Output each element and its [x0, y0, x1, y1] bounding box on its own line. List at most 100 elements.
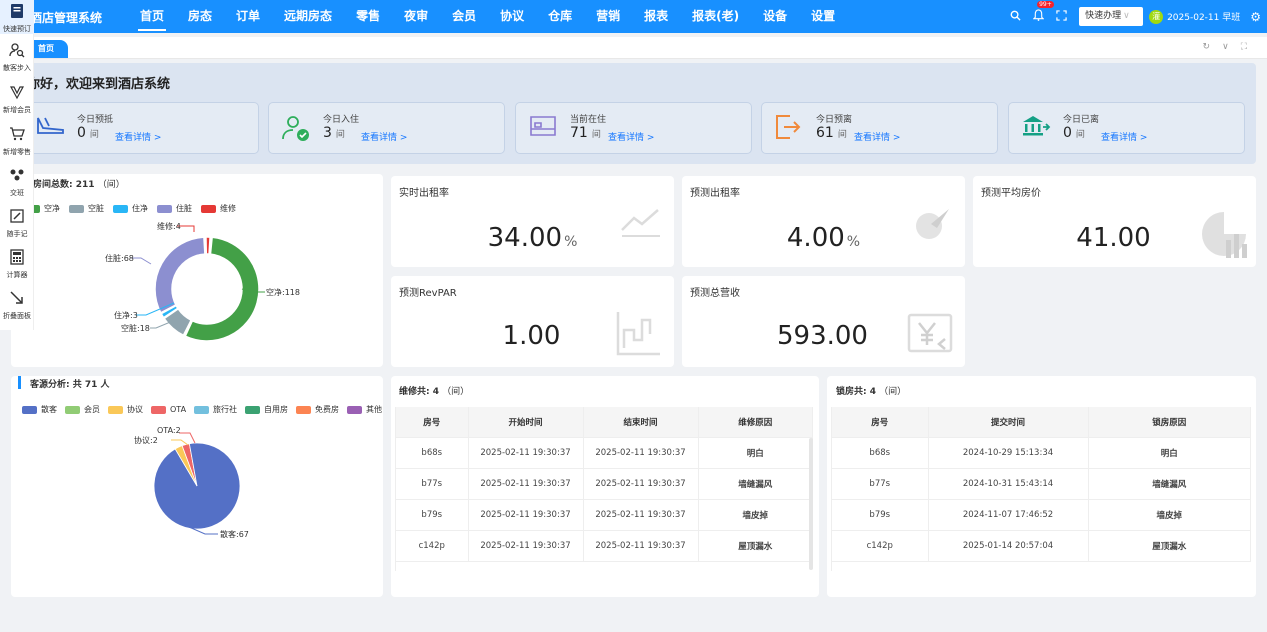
- slice-label-agreement: 协议:2: [134, 435, 158, 445]
- gear-icon[interactable]: ⚙: [1250, 10, 1261, 24]
- bell-icon[interactable]: 99+: [1032, 1, 1054, 24]
- table-row[interactable]: b79s 2025-02-11 19:30:37 2025-02-11 19:30:…: [396, 499, 813, 531]
- metric-title: 预测总营收: [690, 288, 740, 299]
- col-end-time: 结束时间: [583, 407, 699, 438]
- cell: 2025-02-11 19:30:37: [583, 499, 699, 531]
- stat-value: 61 间: [816, 125, 847, 141]
- stat-card-departed-today[interactable]: 今日已离 0间 查看详情 >: [1008, 102, 1245, 154]
- cell: 明白: [1088, 437, 1251, 469]
- stat-card-in-house[interactable]: 当前在住 71 间 查看详情 >: [515, 102, 752, 154]
- exit-icon: [774, 113, 802, 148]
- table-row[interactable]: b77s 2025-02-11 19:30:37 2025-02-11 19:30:…: [396, 468, 813, 500]
- nav-room-status[interactable]: 房态: [176, 0, 224, 33]
- metric-title: 预测RevPAR: [399, 288, 457, 299]
- table-row[interactable]: c142p 2025-02-11 19:30:37 2025-02-11 19:30…: [396, 530, 813, 562]
- nav-home[interactable]: 首页: [128, 0, 176, 33]
- nav-agreements[interactable]: 协议: [488, 0, 536, 33]
- stat-value: 71 间: [570, 125, 601, 141]
- sidebar-label: 散客步入: [3, 64, 31, 72]
- nav-members[interactable]: 会员: [440, 0, 488, 33]
- cell: 2025-02-11 19:30:37: [468, 437, 584, 469]
- nav-retail[interactable]: 零售: [344, 0, 392, 33]
- table-row[interactable]: b77s 2024-10-31 15:43:14 墙缝漏风: [832, 468, 1251, 500]
- sidebar-label: 交班: [10, 189, 24, 197]
- sidebar-label: 随手记: [6, 230, 28, 238]
- tab-bar: 首页 ↻∨⛶: [0, 37, 1267, 59]
- table-row[interactable]: b68s 2024-10-29 15:13:34 明白: [832, 437, 1251, 469]
- sidebar-item-collapse-panel[interactable]: 折叠面板: [0, 290, 34, 321]
- nav-marketing[interactable]: 营销: [584, 0, 632, 33]
- vip-icon: [0, 84, 34, 105]
- locked-title: 锁房共: 4 （间）: [836, 387, 907, 397]
- stat-label: 今日预抵: [77, 115, 114, 125]
- cell: 墙缝漏风: [1088, 468, 1251, 500]
- table-row[interactable]: c142p 2025-01-14 20:57:04 屋顶漏水: [832, 530, 1251, 562]
- guest-source-card: 客源分析: 共 71 人 散客 会员 协议 OTA 旅行社 自用房 免费房 其他…: [11, 376, 383, 597]
- maintenance-card: 维修共: 4 （间） 房号 开始时间 结束时间 维修原因 b68s 2025-02…: [391, 376, 819, 597]
- table-row[interactable]: b79s 2024-11-07 17:46:52 墙皮掉: [832, 499, 1251, 531]
- sidebar-label: 新增会员: [3, 106, 31, 114]
- metric-card-forecast-revpar: 预测RevPAR 1.00: [391, 276, 674, 367]
- metric-card-forecast-revenue: 预测总营收 593.00: [682, 276, 965, 367]
- nav-reports-old[interactable]: 报表(老): [680, 0, 751, 33]
- nav-night-audit[interactable]: 夜审: [392, 0, 440, 33]
- stat-card-expected-departures[interactable]: 今日预离 61 间 查看详情 >: [761, 102, 998, 154]
- stat-value: 0间: [1063, 125, 1085, 141]
- welcome-text: 你好，欢迎来到酒店系统: [27, 77, 171, 92]
- cell: 2024-10-31 15:43:14: [928, 468, 1089, 500]
- nav-devices[interactable]: 设备: [751, 0, 799, 33]
- room-slice-0[interactable]: [205, 236, 211, 255]
- slice-label-ota: OTA:2: [157, 426, 181, 435]
- stat-label: 今日预离: [816, 115, 853, 125]
- nav-orders[interactable]: 订单: [224, 0, 272, 33]
- refresh-icon[interactable]: ↻: [1203, 42, 1223, 52]
- cell: 2025-01-14 20:57:04: [928, 530, 1089, 562]
- maintenance-table-wrap[interactable]: 房号 开始时间 结束时间 维修原因 b68s 2025-02-11 19:30:3…: [395, 407, 813, 571]
- fullscreen-icon[interactable]: [1056, 9, 1067, 24]
- stat-card-expected-arrivals[interactable]: 今日预抵 0间 查看详情 >: [22, 102, 259, 154]
- slice-label-dirty-occupied: 住脏:68: [105, 253, 134, 263]
- cell: b68s: [832, 437, 929, 469]
- quick-action-label: 快速办理: [1085, 11, 1122, 21]
- cell: 2025-02-11 19:30:37: [583, 530, 699, 562]
- sidebar-item-new-retail[interactable]: 新增零售: [0, 126, 34, 157]
- sidebar-item-notes[interactable]: 随手记: [0, 208, 34, 239]
- view-details-link[interactable]: 查看详情 >: [361, 130, 407, 143]
- cell: 墙皮掉: [698, 499, 813, 531]
- sidebar-item-calculator[interactable]: 计算器: [0, 249, 34, 280]
- nav-reports[interactable]: 报表: [632, 0, 680, 33]
- col-reason: 维修原因: [698, 407, 813, 438]
- avatar[interactable]: 灌: [1149, 9, 1164, 24]
- cell: 2024-11-07 17:46:52: [928, 499, 1089, 531]
- table-scrollbar[interactable]: [809, 438, 813, 570]
- sidebar-item-shift-handover[interactable]: 交班: [0, 167, 34, 198]
- search-icon[interactable]: [1010, 10, 1021, 24]
- trend-chart-icon: [620, 206, 662, 247]
- room-slice-4[interactable]: [154, 236, 206, 314]
- stat-label: 今日入住: [323, 115, 360, 125]
- nav-settings[interactable]: 设置: [799, 0, 847, 33]
- view-details-link[interactable]: 查看详情 >: [1101, 130, 1147, 143]
- sidebar-label: 计算器: [6, 271, 28, 279]
- topbar-right: 99+ 快速办理 ∨ 灌 2025-02-11 早班 ⚙: [1010, 0, 1267, 33]
- sidebar-item-quick-booking[interactable]: 快速预订: [0, 0, 34, 34]
- locked-table-wrap[interactable]: 房号 提交时间 锁房原因 b68s 2024-10-29 15:13:34 明白 b…: [831, 407, 1251, 571]
- stat-card-checked-in-today[interactable]: 今日入住 3间 查看详情 >: [268, 102, 505, 154]
- chevron-down-icon[interactable]: ∨: [1222, 42, 1241, 52]
- cell: b79s: [832, 499, 929, 531]
- view-details-link[interactable]: 查看详情 >: [115, 130, 161, 143]
- sidebar-item-walk-in[interactable]: 散客步入: [0, 42, 34, 73]
- view-details-link[interactable]: 查看详情 >: [854, 130, 900, 143]
- maintenance-table: 房号 开始时间 结束时间 维修原因 b68s 2025-02-11 19:30:3…: [396, 407, 813, 562]
- nav-future-room-status[interactable]: 远期房态: [272, 0, 344, 33]
- quick-action-select[interactable]: 快速办理 ∨: [1079, 7, 1144, 26]
- cell: 2025-02-11 19:30:37: [583, 437, 699, 469]
- cell: 2025-02-11 19:30:37: [468, 530, 584, 562]
- expand-icon[interactable]: ⛶: [1241, 42, 1259, 52]
- table-row[interactable]: b68s 2025-02-11 19:30:37 2025-02-11 19:30:…: [396, 437, 813, 469]
- nav-warehouse[interactable]: 仓库: [536, 0, 584, 33]
- shift-date: 2025-02-11 早班: [1167, 13, 1241, 23]
- sidebar-item-new-member[interactable]: 新增会员: [0, 84, 34, 115]
- col-start-time: 开始时间: [468, 407, 584, 438]
- view-details-link[interactable]: 查看详情 >: [608, 130, 654, 143]
